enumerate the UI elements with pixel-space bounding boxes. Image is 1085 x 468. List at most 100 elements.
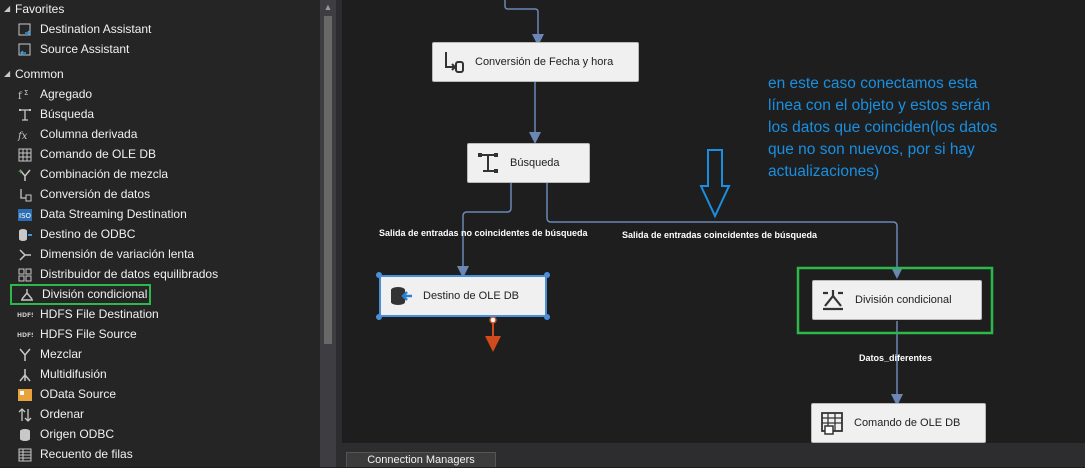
common-group-header[interactable]: ◢ Common	[4, 65, 64, 83]
toolbox-item-odata-source[interactable]: OData Source	[17, 385, 116, 404]
svg-text:ISO: ISO	[19, 212, 32, 220]
scrollbar-thumb[interactable]	[324, 16, 332, 344]
toolbox-item-label: Distribuidor de datos equilibrados	[40, 267, 219, 281]
toolbox-item-ordenar[interactable]: Ordenar	[17, 405, 84, 424]
sort-icon	[17, 407, 33, 423]
toolbox-item-label: Comando de OLE DB	[40, 147, 157, 161]
selection-handle[interactable]	[544, 272, 550, 278]
component-comando-ole-db[interactable]: Comando de OLE DB	[811, 403, 986, 443]
toolbox-item-recuento-filas[interactable]: Recuento de filas	[17, 445, 133, 464]
toolbox-item-label: Ordenar	[40, 407, 85, 421]
component-label: Destino de OLE DB	[423, 290, 519, 302]
row-count-icon	[17, 447, 33, 463]
toolbox-item-label: Source Assistant	[40, 42, 130, 56]
toolbox-item-label: División condicional	[42, 287, 148, 301]
hdfs-destination-icon: HDFS	[17, 307, 33, 323]
toolbox-item-combinacion-mezcla[interactable]: + Combinación de mezcla	[17, 165, 168, 184]
toolbox-item-destination-assistant[interactable]: Destination Assistant	[17, 20, 151, 39]
common-label: Common	[15, 67, 64, 81]
hdfs-source-icon: HDFS	[17, 327, 33, 343]
toolbox-item-label: Destination Assistant	[40, 22, 152, 36]
favorites-group-header[interactable]: ◢ Favorites	[4, 0, 64, 18]
toolbox-item-label: Destino de ODBC	[40, 227, 136, 241]
selection-handle[interactable]	[544, 314, 550, 320]
slowly-changing-dimension-icon	[17, 247, 33, 263]
path-label-diferentes[interactable]: Datos_diferentes	[859, 353, 932, 363]
toolbox-item-label: Dimensión de variación lenta	[40, 247, 195, 261]
component-label: Búsqueda	[510, 157, 560, 169]
hollow-down-arrow-icon	[699, 149, 731, 219]
component-destino-ole-db[interactable]: Destino de OLE DB	[379, 275, 547, 317]
toolbox-item-origen-odbc[interactable]: Origen ODBC	[17, 425, 114, 444]
collapse-triangle-icon[interactable]: ◢	[4, 65, 14, 83]
toolbox-item-busqueda[interactable]: Búsqueda	[17, 105, 94, 124]
svg-text:HDFS: HDFS	[17, 312, 33, 319]
data-flow-canvas[interactable]: Conversión de Fecha y hora Búsqueda Dest…	[342, 0, 1085, 443]
component-label: División condicional	[855, 294, 952, 306]
component-label: Comando de OLE DB	[854, 417, 961, 429]
toolbox-item-label: Combinación de mezcla	[40, 167, 169, 181]
scroll-up-arrow-icon[interactable]: ▲	[320, 0, 336, 14]
derived-column-icon	[440, 49, 466, 75]
favorites-label: Favorites	[15, 2, 65, 16]
toolbox-item-label: Búsqueda	[40, 107, 95, 121]
ole-db-destination-icon	[388, 283, 414, 309]
selection-handle[interactable]	[376, 314, 382, 320]
component-label: Conversión de Fecha y hora	[475, 56, 614, 68]
odbc-destination-icon	[17, 227, 33, 243]
error-output-handle	[489, 316, 497, 324]
toolbox-item-dimension-variacion[interactable]: Dimensión de variación lenta	[17, 245, 194, 264]
derived-column-icon: fx	[17, 127, 33, 143]
ole-db-command-icon	[819, 410, 845, 436]
toolbox-item-label: Data Streaming Destination	[40, 207, 187, 221]
aggregate-icon: fΣ	[17, 87, 33, 103]
toolbox-item-destino-odbc[interactable]: Destino de ODBC	[17, 225, 135, 244]
toolbox-item-label: HDFS File Destination	[40, 307, 159, 321]
balanced-distributor-icon	[17, 267, 33, 283]
svg-text:HDFS: HDFS	[17, 332, 33, 339]
data-conversion-icon	[17, 187, 33, 203]
toolbox-item-mezclar[interactable]: Mezclar	[17, 345, 82, 364]
toolbox-item-source-assistant[interactable]: Source Assistant	[17, 40, 129, 59]
toolbox-item-label: HDFS File Source	[40, 327, 137, 341]
toolbox-item-hdfs-destination[interactable]: HDFS HDFS File Destination	[17, 305, 159, 324]
tab-connection-managers[interactable]: Connection Managers	[346, 452, 496, 467]
toolbox-item-hdfs-source[interactable]: HDFS HDFS File Source	[17, 325, 137, 344]
toolbox-item-agregado[interactable]: fΣ Agregado	[17, 85, 92, 104]
data-streaming-icon: ISO	[17, 207, 33, 223]
source-assistant-icon	[17, 42, 33, 58]
multicast-icon	[17, 367, 33, 383]
toolbox-item-label: Recuento de filas	[40, 447, 133, 461]
toolbox-item-data-streaming[interactable]: ISO Data Streaming Destination	[17, 205, 187, 224]
toolbox-item-conversion-datos[interactable]: Conversión de datos	[17, 185, 150, 204]
path-label-match[interactable]: Salida de entradas coincidentes de búsqu…	[622, 230, 817, 240]
component-busqueda[interactable]: Búsqueda	[467, 143, 590, 183]
conditional-split-icon	[19, 287, 35, 303]
path-label-no-match[interactable]: Salida de entradas no coincidentes de bú…	[379, 228, 588, 238]
toolbox-item-label: Multidifusión	[40, 367, 107, 381]
toolbox-item-columna-derivada[interactable]: fx Columna derivada	[17, 125, 137, 144]
connector-match	[546, 183, 903, 279]
toolbox-item-label: Conversión de datos	[40, 187, 151, 201]
toolbox-item-comando-ole-db[interactable]: Comando de OLE DB	[17, 145, 156, 164]
selection-handle[interactable]	[376, 272, 382, 278]
toolbox-item-label: Agregado	[40, 87, 93, 101]
toolbox-item-label: Origen ODBC	[40, 427, 115, 441]
toolbox-scrollbar[interactable]: ▲	[320, 0, 336, 467]
component-conversion-fecha[interactable]: Conversión de Fecha y hora	[432, 42, 639, 82]
annotation-text[interactable]: en este caso conectamos esta línea con e…	[768, 73, 1008, 183]
toolbox-item-multidifusion[interactable]: Multidifusión	[17, 365, 107, 384]
component-division-condicional[interactable]: División condicional	[812, 280, 982, 320]
svg-text:+: +	[18, 167, 23, 176]
destination-assistant-icon	[17, 22, 33, 38]
toolbox-item-label: OData Source	[40, 387, 117, 401]
lookup-icon	[475, 150, 501, 176]
merge-icon	[17, 347, 33, 363]
toolbox-item-distribuidor[interactable]: Distribuidor de datos equilibrados	[17, 265, 218, 284]
collapse-triangle-icon[interactable]: ◢	[4, 0, 14, 18]
toolbox-item-division-condicional[interactable]: División condicional	[10, 284, 151, 305]
toolbox-item-label: Columna derivada	[40, 127, 138, 141]
svg-text:f: f	[18, 91, 23, 102]
lookup-icon	[17, 107, 33, 123]
bottom-tab-strip: Connection Managers	[342, 443, 1085, 467]
